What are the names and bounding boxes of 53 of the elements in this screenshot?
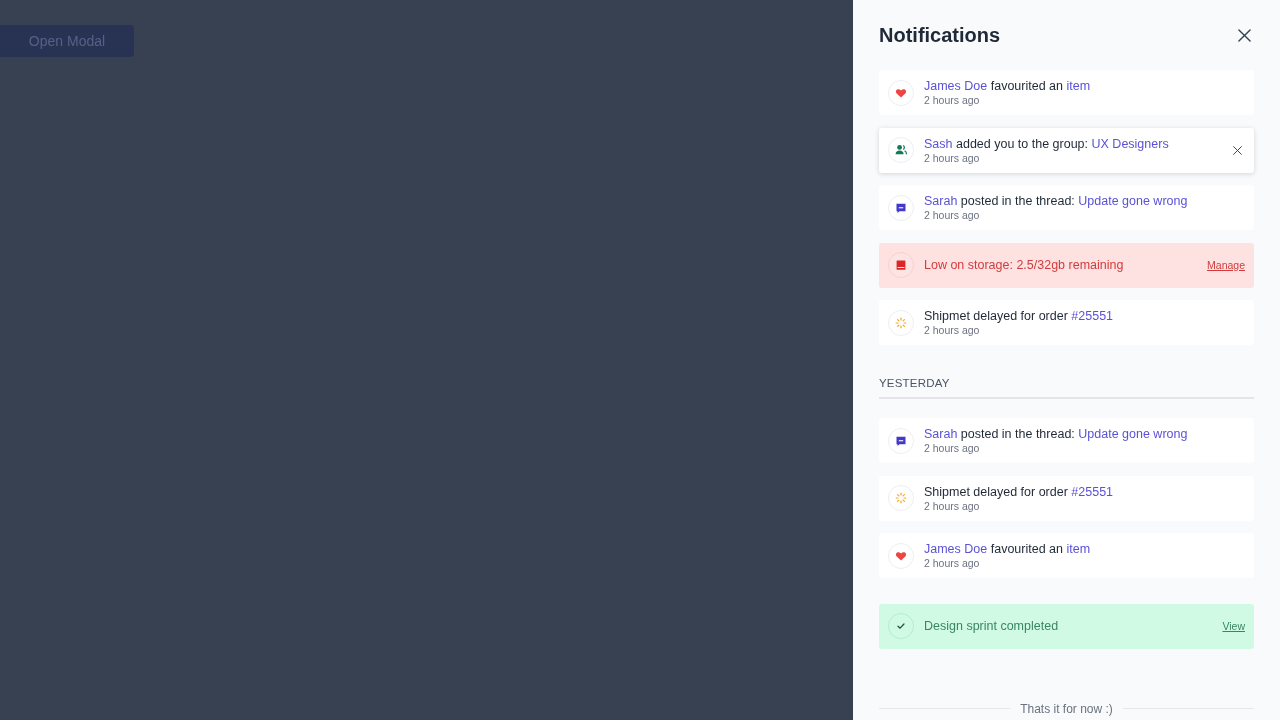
action-link[interactable]: View (1222, 620, 1245, 632)
hard-drive-icon (888, 252, 914, 278)
alert-message: Low on storage: 2.5/32gb remaining (924, 257, 1124, 273)
spinner-icon (888, 485, 914, 511)
notification-text: James Doe favourited an item (924, 542, 1091, 557)
dismiss-button[interactable] (1233, 145, 1242, 155)
notification-text: James Doe favourited an item (924, 79, 1091, 94)
group-link[interactable]: UX Designers (1091, 136, 1169, 151)
check-icon (888, 613, 914, 639)
section-heading: YESTERDAY (879, 377, 950, 389)
user-link[interactable]: James Doe (924, 542, 988, 556)
user-link[interactable]: Sarah (924, 427, 958, 441)
close-button[interactable] (1238, 28, 1251, 42)
timestamp: 2 hours ago (924, 324, 981, 336)
order-link[interactable]: #25551 (1071, 484, 1114, 499)
timestamp: 2 hours ago (924, 499, 981, 512)
order-link[interactable]: #25551 (1071, 309, 1114, 323)
user-link[interactable]: Sash (924, 136, 953, 151)
timestamp: 2 hours ago (924, 557, 981, 569)
alert-message: Design sprint completed (924, 618, 1059, 634)
footer-text: Thats it for now :) (1020, 701, 1113, 716)
notification-card[interactable]: Sash added you to the group: UX Designers 2 hours ago (879, 127, 1254, 173)
thread-link[interactable]: Update gone wrong (1078, 427, 1188, 441)
chat-icon (888, 194, 914, 221)
notification-card[interactable]: Shipmet delayed for order #25551 2 hours ago (879, 300, 1254, 345)
notification-text: Shipmet delayed for order #25551 (924, 484, 1114, 500)
notification-card[interactable]: James Doe favourited an item 2 hours ago (879, 70, 1254, 115)
item-link[interactable]: item (1066, 542, 1091, 556)
notification-card[interactable]: James Doe favourited an item 2 hours ago (879, 533, 1254, 578)
timestamp: 2 hours ago (924, 151, 981, 164)
timestamp: 2 hours ago (924, 94, 981, 106)
alert-banner[interactable]: Design sprint completed View (879, 603, 1254, 649)
action-link[interactable]: Manage (1207, 259, 1245, 271)
user-link[interactable]: James Doe (924, 79, 988, 93)
user-link[interactable]: Sarah (924, 194, 958, 208)
panel-title: Notifications (879, 23, 1001, 48)
users-icon (888, 137, 914, 163)
chat-icon (888, 427, 914, 454)
close-icon (1238, 28, 1251, 42)
notification-card[interactable]: Sarah posted in the thread: Update gone wrong 2 hours ago (879, 418, 1254, 463)
notification-card[interactable]: Sarah posted in the thread: Update gone wrong 2 hours ago (879, 185, 1254, 230)
timestamp: 2 hours ago (924, 209, 981, 221)
notification-text: Sarah posted in the thread: Update gone wrong (924, 194, 1188, 209)
spinner-icon (888, 309, 914, 336)
item-link[interactable]: item (1066, 79, 1091, 93)
notification-text: Shipmet delayed for order #25551 (924, 309, 1114, 324)
close-icon (1233, 145, 1242, 155)
timestamp: 2 hours ago (924, 442, 981, 454)
notification-text: Sash added you to the group: UX Designers (924, 136, 1169, 152)
notification-card[interactable]: Shipmet delayed for order #25551 2 hours ago (879, 475, 1254, 521)
thread-link[interactable]: Update gone wrong (1078, 194, 1188, 208)
notification-text: Sarah posted in the thread: Update gone wrong (924, 427, 1188, 442)
alert-banner[interactable]: Low on storage: 2.5/32gb remaining Manage (879, 242, 1254, 288)
